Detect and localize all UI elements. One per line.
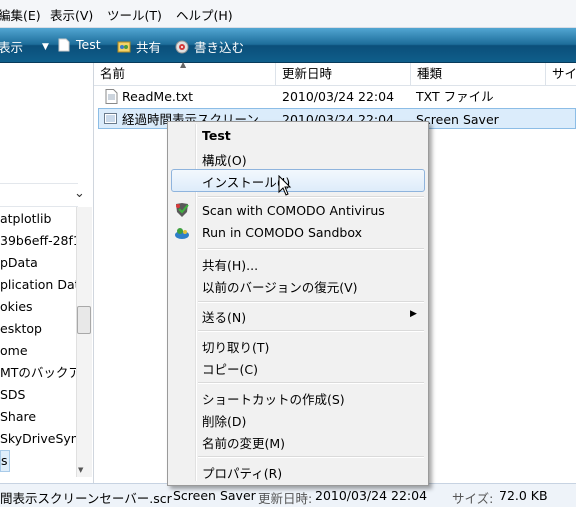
menu-separator (198, 248, 424, 250)
nav-item[interactable]: atplotlib (0, 209, 76, 229)
menu-separator (198, 301, 424, 303)
nav-item[interactable]: ome (0, 341, 76, 361)
menu-view[interactable]: 表示(V) (50, 5, 93, 24)
screensaver-file-icon (104, 113, 117, 124)
test-label: Test (76, 37, 101, 52)
column-type[interactable]: 種類 (411, 63, 546, 85)
status-size-label: サイズ: (452, 491, 494, 506)
status-size: 72.0 KB (499, 488, 548, 503)
menu-item-create-shortcut[interactable]: ショートカットの作成(S) (202, 389, 345, 408)
file-date: 2010/03/24 22:04 (282, 89, 395, 104)
menu-item-restore-previous[interactable]: 以前のバージョンの復元(V) (202, 277, 358, 296)
burn-label: 書き込む (194, 40, 245, 55)
column-date[interactable]: 更新日時 (276, 63, 411, 85)
text-file-icon (105, 89, 118, 104)
nav-scrollbar[interactable] (76, 207, 92, 477)
menu-tools[interactable]: ツール(T) (107, 5, 162, 24)
menu-item-install[interactable]: インストール(I) (202, 172, 290, 191)
nav-item[interactable]: 39b6eff-28f1- (0, 231, 76, 251)
test-button[interactable]: Test (57, 37, 101, 52)
sort-ascending-icon: ▲ (180, 60, 187, 69)
status-filename: 間表示スクリーンセーバー.scr (0, 491, 172, 506)
menu-item-share[interactable]: 共有(H)... (202, 255, 258, 274)
nav-item[interactable]: pData (0, 253, 76, 273)
menu-separator (198, 456, 424, 458)
chevron-down-icon: ▼ (42, 41, 49, 52)
nav-item[interactable]: okies (0, 297, 76, 317)
view-button[interactable]: 表示 ▼ (0, 37, 49, 56)
nav-item-selected[interactable]: s (0, 450, 10, 472)
comodo-antivirus-icon (176, 203, 189, 217)
nav-item[interactable]: MTのバックア (0, 363, 76, 383)
context-menu: Test 構成(O) インストール(I) Scan with COMODO An… (167, 121, 429, 486)
disc-icon (175, 40, 189, 53)
menu-item-send-to[interactable]: 送る(N) (202, 307, 246, 326)
file-name: ReadMe.txt (122, 89, 194, 104)
menu-item-copy[interactable]: コピー(C) (202, 359, 258, 378)
menu-item-run-sandbox[interactable]: Run in COMODO Sandbox (202, 225, 362, 240)
menu-item-cut[interactable]: 切り取り(T) (202, 337, 269, 356)
status-modified-label: 更新日時: (258, 491, 313, 506)
menu-separator (198, 330, 424, 332)
nav-item[interactable]: SDS (0, 385, 76, 405)
menu-separator (198, 382, 424, 384)
share-icon (117, 41, 131, 52)
column-header-row: 名前 更新日時 種類 サイズ (94, 63, 576, 86)
nav-item[interactable]: plication Dat (0, 275, 76, 295)
menu-edit[interactable]: 編集(E) (0, 5, 41, 24)
scrollbar-thumb[interactable] (77, 306, 91, 334)
menu-item-configure[interactable]: 構成(O) (202, 150, 247, 169)
nav-item[interactable]: esktop (0, 319, 76, 339)
mouse-cursor-icon (278, 175, 292, 196)
menu-item-rename[interactable]: 名前の変更(M) (202, 433, 285, 452)
nav-separator (0, 183, 78, 207)
nav-item[interactable]: SkyDriveSync (0, 429, 76, 449)
menu-item-test[interactable]: Test (202, 128, 231, 143)
file-type: TXT ファイル (416, 89, 494, 104)
share-label: 共有 (136, 40, 162, 55)
menu-item-scan-comodo[interactable]: Scan with COMODO Antivirus (202, 203, 385, 218)
file-row[interactable]: ReadMe.txt 2010/03/24 22:04 TXT ファイル (98, 86, 576, 107)
submenu-arrow-icon: ▶ (410, 309, 417, 319)
toolbar: 表示 ▼ Test 共有 書き込む (0, 28, 576, 63)
share-button[interactable]: 共有 (117, 37, 161, 56)
menu-bar: 編集(E) 表示(V) ツール(T) ヘルプ(H) (0, 0, 576, 28)
menu-item-delete[interactable]: 削除(D) (202, 411, 246, 430)
status-type: Screen Saver (173, 488, 256, 503)
status-bar: 間表示スクリーンセーバー.scr Screen Saver 更新日時: 2010… (0, 483, 576, 507)
comodo-sandbox-icon (175, 228, 189, 239)
view-label: 表示 (0, 40, 24, 55)
status-modified: 2010/03/24 22:04 (315, 488, 428, 503)
nav-item[interactable]: Share (0, 407, 76, 427)
burn-button[interactable]: 書き込む (175, 37, 244, 56)
chevron-down-icon[interactable]: ⌄ (74, 186, 85, 201)
menu-separator (198, 196, 424, 198)
menu-item-properties[interactable]: プロパティ(R) (202, 463, 282, 482)
column-size[interactable]: サイズ (546, 63, 576, 85)
menu-help[interactable]: ヘルプ(H) (176, 5, 233, 24)
scroll-down-arrow-icon[interactable]: ▼ (78, 466, 83, 474)
document-icon (58, 38, 70, 51)
